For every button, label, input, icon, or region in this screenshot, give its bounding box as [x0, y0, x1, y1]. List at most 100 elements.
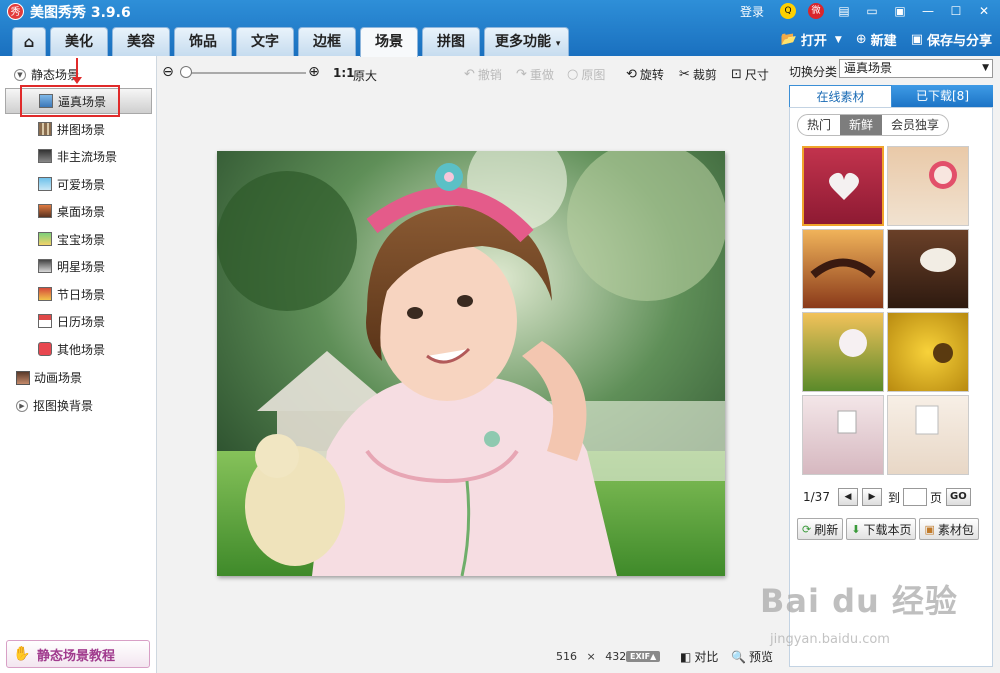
- refresh-icon: ⟳: [802, 522, 812, 536]
- material-package-button[interactable]: ▣ 素材包: [919, 518, 979, 540]
- zoom-slider-handle[interactable]: [180, 66, 192, 78]
- tree-item-star-scene[interactable]: 明星场景: [38, 257, 105, 275]
- photo-canvas[interactable]: [217, 151, 725, 576]
- login-link[interactable]: 登录: [740, 3, 764, 20]
- tab-accessories[interactable]: 饰品: [174, 27, 232, 56]
- sunflower-icon: [933, 343, 953, 363]
- tab-more-features[interactable]: 更多功能 ▾: [484, 27, 570, 56]
- minimize-icon[interactable]: —: [920, 3, 936, 19]
- tree-item-label: 明星场景: [57, 259, 106, 274]
- resize-button[interactable]: ⊡ 尺寸: [731, 66, 769, 83]
- scene-thumb-icon: [38, 177, 52, 191]
- filter-hot[interactable]: 热门: [798, 115, 840, 135]
- tab-scene[interactable]: 场景: [360, 27, 418, 57]
- tree-item-holiday-scene[interactable]: 节日场景: [38, 285, 105, 303]
- scene-thumbnail[interactable]: [802, 312, 884, 392]
- original-size-button[interactable]: 原大: [353, 67, 377, 84]
- tab-beautify[interactable]: 美化: [50, 27, 108, 56]
- scene-thumbnail[interactable]: [802, 395, 884, 475]
- group-static-scene[interactable]: ▼ 静态场景: [14, 66, 79, 83]
- zoom-slider[interactable]: [188, 72, 306, 74]
- rotate-button[interactable]: ⟲ 旋转: [626, 66, 664, 83]
- zoom-in-icon[interactable]: ⊕: [306, 64, 322, 80]
- filter-new[interactable]: 新鲜: [840, 115, 883, 135]
- go-button[interactable]: GO: [945, 488, 971, 506]
- undo-button[interactable]: ↶ 撤销: [464, 66, 502, 83]
- paper-cup-icon: [915, 405, 939, 435]
- flower-icon: [839, 329, 867, 357]
- tree-item-cute-scene[interactable]: 可爱场景: [38, 175, 105, 193]
- static-scene-tutorial-button[interactable]: ✋ 静态场景教程: [6, 640, 150, 668]
- scene-thumbnail[interactable]: [887, 229, 969, 309]
- crop-button[interactable]: ✂ 裁剪: [679, 66, 717, 83]
- crop-label: 裁剪: [692, 68, 717, 82]
- prev-page-button[interactable]: ◀: [837, 488, 858, 506]
- filter-vip[interactable]: 会员独享: [882, 115, 948, 135]
- group-animated-scene[interactable]: 动画场景: [16, 369, 82, 386]
- group-matting-label: 抠图换背景: [33, 399, 94, 413]
- skin-icon[interactable]: ▣: [892, 3, 908, 19]
- tab-face-beauty[interactable]: 美容: [112, 27, 170, 56]
- redo-button[interactable]: ↷ 重做: [516, 66, 554, 83]
- download-page-label: 下载本页: [863, 522, 912, 537]
- tree-item-baby-scene[interactable]: 宝宝场景: [38, 230, 105, 248]
- actual-size-ratio[interactable]: 1:1: [333, 66, 355, 80]
- category-label: 切换分类: [789, 65, 838, 79]
- scene-thumbnail[interactable]: [887, 395, 969, 475]
- next-page-button[interactable]: ▶: [861, 488, 882, 506]
- tree-item-label: 可爱场景: [57, 177, 106, 192]
- card-icon: [837, 410, 857, 434]
- rotate-label: 旋转: [639, 68, 664, 82]
- chevron-down-icon[interactable]: ▼: [835, 35, 842, 45]
- zoom-out-icon[interactable]: ⊖: [160, 64, 176, 80]
- scene-thumbnail[interactable]: [887, 146, 969, 226]
- category-select[interactable]: 逼真场景 ▼: [839, 59, 993, 78]
- scene-thumbnail[interactable]: [802, 229, 884, 309]
- refresh-label: 刷新: [814, 522, 839, 537]
- page-input[interactable]: [902, 488, 927, 506]
- original-image-button[interactable]: ○ 原图: [567, 66, 605, 83]
- original-label: 原图: [581, 68, 606, 82]
- message-icon[interactable]: ▭: [864, 3, 880, 19]
- tab-text[interactable]: 文字: [236, 27, 294, 56]
- compare-button[interactable]: ◧ 对比: [680, 648, 718, 665]
- baidu-watermark: Bai du 经验: [760, 582, 958, 620]
- tree-item-label: 日历场景: [57, 314, 106, 329]
- close-icon[interactable]: ✕: [976, 3, 992, 19]
- tab-frame[interactable]: 边框: [298, 27, 356, 56]
- scene-thumbnail[interactable]: [887, 312, 969, 392]
- image-height: 432: [605, 650, 627, 663]
- new-button[interactable]: ⊕ 新建: [856, 30, 897, 49]
- qq-icon[interactable]: Q: [780, 3, 796, 19]
- hands-heart-icon: [810, 258, 876, 279]
- refresh-button[interactable]: ⟳ 刷新: [797, 518, 844, 540]
- scene-thumbnail[interactable]: [802, 146, 884, 226]
- expand-icon: ▶: [16, 399, 28, 412]
- exif-button[interactable]: EXIF▲: [626, 651, 661, 662]
- chevron-down-icon: ▼: [982, 63, 989, 73]
- tree-item-collage-scene[interactable]: 拼图场景: [38, 120, 105, 138]
- open-label: 打开: [800, 34, 827, 49]
- maximize-icon[interactable]: ☐: [948, 3, 964, 19]
- save-share-button[interactable]: ▣ 保存与分享: [911, 30, 992, 49]
- tree-item-other-scene[interactable]: 其他场景: [38, 340, 105, 358]
- tree-item-calendar-scene[interactable]: 日历场景: [38, 312, 105, 330]
- collapse-icon: ▼: [14, 68, 26, 81]
- tree-item-desktop-scene[interactable]: 桌面场景: [38, 202, 105, 220]
- download-page-button[interactable]: ⬇ 下载本页: [846, 518, 917, 540]
- rotate-icon: ⟲: [626, 67, 637, 82]
- baidu-watermark-url: jingyan.baidu.com: [770, 632, 890, 647]
- tree-item-label: 非主流场景: [57, 149, 118, 164]
- tab-home[interactable]: ⌂: [12, 27, 46, 56]
- tab-online-material[interactable]: 在线素材: [789, 85, 892, 107]
- scissors-icon: ✂: [679, 67, 690, 82]
- preview-button[interactable]: 🔍 预览: [731, 648, 773, 665]
- tree-item-alt-scene[interactable]: 非主流场景: [38, 147, 117, 165]
- group-matting-background[interactable]: ▶ 抠图换背景: [16, 397, 93, 414]
- tab-collage[interactable]: 拼图: [422, 27, 480, 56]
- weibo-icon[interactable]: 微: [808, 3, 824, 19]
- open-button[interactable]: 📂 打开 ▼: [781, 30, 842, 49]
- heart-icon: [38, 342, 52, 356]
- feedback-icon[interactable]: ▤: [836, 3, 852, 19]
- tab-downloaded[interactable]: 已下载[8]: [892, 85, 993, 107]
